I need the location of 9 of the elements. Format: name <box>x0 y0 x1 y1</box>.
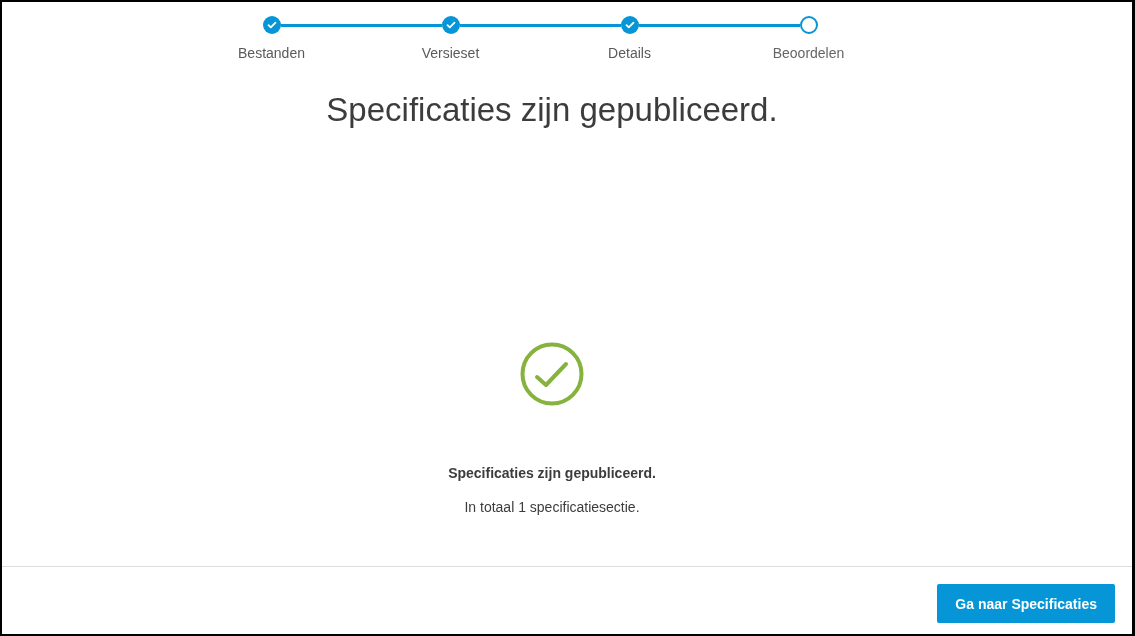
step-label: Versieset <box>421 44 480 62</box>
success-message: In totaal 1 specificatiesectie. <box>464 498 640 517</box>
page-title: Specificaties zijn gepubliceerd. <box>326 90 778 130</box>
go-to-specifications-button[interactable]: Ga naar Specificaties <box>937 584 1115 623</box>
success-heading: Specificaties zijn gepubliceerd. <box>448 464 656 483</box>
step-label: Beoordelen <box>772 44 845 62</box>
step-label: Bestanden <box>238 44 305 62</box>
success-check-icon <box>520 342 584 406</box>
step-label: Details <box>608 44 651 62</box>
